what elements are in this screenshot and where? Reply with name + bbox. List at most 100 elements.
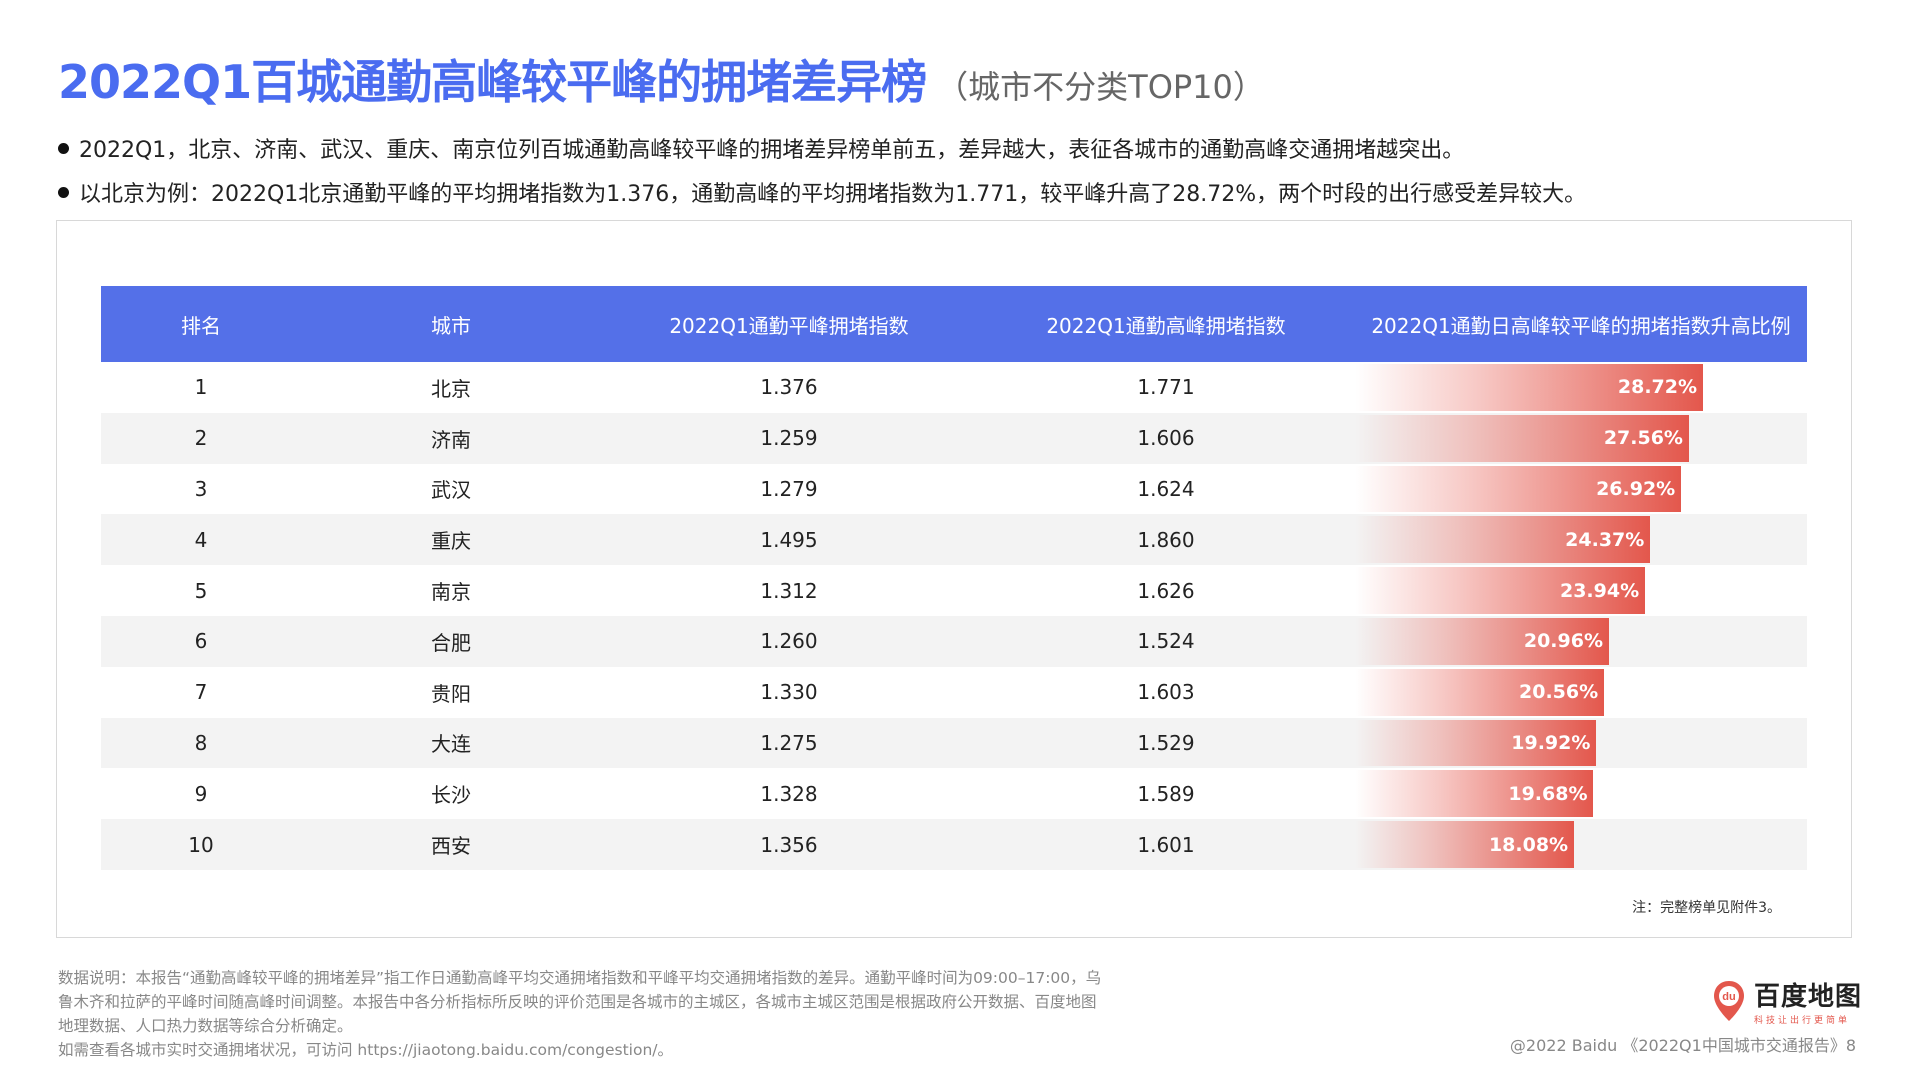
rank-cell: 3 (194, 476, 208, 501)
bullet-dot-icon (58, 142, 69, 154)
header-peak: 2022Q1通勤高峰拥堵指数 (1046, 313, 1286, 338)
ratio-label: 23.94% (1559, 579, 1640, 602)
city-cell: 重庆 (431, 529, 471, 554)
header-rank: 排名 (181, 313, 221, 338)
title-row: 2022Q1百城通勤高峰较平峰的拥堵差异榜 （城市不分类TOP10） (58, 46, 1265, 112)
ratio-bar: 26.92% (1355, 465, 1682, 513)
ratio-cell: 27.56% (1355, 413, 1807, 464)
city-cell: 西安 (431, 834, 471, 859)
ratio-cell: 26.92% (1355, 464, 1807, 515)
ratio-cell: 28.72% (1355, 362, 1807, 413)
map-pin-icon: du (1712, 979, 1746, 1023)
ratio-cell: 19.92% (1355, 718, 1807, 769)
table-row: 8 大连 1.275 1.529 19.92% (101, 717, 1807, 769)
page-subtitle: （城市不分类TOP10） (936, 68, 1265, 106)
ratio-label: 26.92% (1596, 477, 1676, 500)
peak-cell: 1.589 (1137, 781, 1195, 806)
offpeak-cell: 1.260 (760, 629, 818, 654)
ratio-label: 19.68% (1508, 782, 1588, 805)
rank-cell: 1 (194, 375, 208, 400)
ratio-cell: 20.96% (1355, 616, 1807, 667)
offpeak-cell: 1.376 (760, 375, 818, 400)
footer-note-line: 如需查看各城市实时交通拥堵状况，可访问 https://jiaotong.bai… (58, 1041, 673, 1059)
bullet-dot-icon (58, 186, 69, 198)
ratio-bar: 23.94% (1355, 567, 1646, 614)
offpeak-cell: 1.328 (760, 781, 818, 806)
logo-slogan: 科技让出行更简单 (1754, 1016, 1851, 1026)
table-row: 5 南京 1.312 1.626 23.94% (101, 565, 1807, 616)
header-ratio: 2022Q1通勤日高峰较平峰的拥堵指数升高比例 (1371, 313, 1791, 338)
page-title: 2022Q1百城通勤高峰较平峰的拥堵差异榜 (58, 55, 927, 109)
rank-cell: 8 (194, 730, 208, 755)
table-row: 10 西安 1.356 1.601 18.08% (101, 819, 1807, 870)
rank-cell: 2 (194, 426, 208, 451)
footer-note-line: 地理数据、人口热力数据等综合分析确定。 (58, 1017, 353, 1035)
copyright-footer: @2022 Baidu 《2022Q1中国城市交通报告》8 (1509, 1036, 1856, 1055)
summary-bullets: 2022Q1，北京、济南、武汉、重庆、南京位列百城通勤高峰较平峰的拥堵差异榜单前… (58, 126, 1586, 214)
ratio-bar: 20.96% (1355, 617, 1609, 665)
ratio-label: 20.96% (1523, 630, 1603, 653)
city-cell: 合肥 (431, 630, 471, 655)
ratio-bar: 20.56% (1355, 668, 1605, 716)
ratio-label: 19.92% (1511, 731, 1591, 754)
ratio-label: 27.56% (1603, 427, 1683, 450)
ratio-bar: 27.56% (1355, 414, 1689, 462)
bullet-text: 以北京为例：2022Q1北京通勤平峰的平均拥堵指数为1.376，通勤高峰的平均拥… (79, 182, 1587, 207)
footer-note-line: 数据说明：本报告“通勤高峰较平峰的拥堵差异”指工作日通勤高峰平均交通拥堵指数和平… (58, 969, 1102, 987)
table-row: 7 贵阳 1.330 1.603 20.56% (101, 667, 1807, 718)
ratio-bar: 19.68% (1355, 770, 1594, 818)
offpeak-cell: 1.275 (760, 730, 818, 755)
city-cell: 济南 (431, 427, 471, 452)
logo-badge-text: du (1722, 991, 1735, 1003)
table-row: 1 北京 1.376 1.771 28.72% (101, 362, 1807, 413)
peak-cell: 1.626 (1137, 578, 1195, 603)
city-cell: 南京 (431, 580, 471, 605)
ratio-label: 20.56% (1519, 681, 1599, 704)
ratio-bar: 19.92% (1355, 719, 1597, 767)
offpeak-cell: 1.312 (760, 578, 818, 603)
offpeak-cell: 1.330 (760, 680, 818, 705)
rank-cell: 7 (194, 680, 208, 705)
ratio-cell: 24.37% (1355, 514, 1807, 565)
table-body: 1 北京 1.376 1.771 28.72% 2 济南 1.259 1.606 27.56% 3 武… (101, 362, 1807, 870)
table-row: 6 合肥 1.260 1.524 20.96% (101, 615, 1807, 667)
offpeak-cell: 1.259 (760, 426, 818, 451)
ratio-cell: 19.68% (1355, 768, 1807, 819)
header-offpeak: 2022Q1通勤平峰拥堵指数 (669, 313, 909, 338)
ratio-cell: 20.56% (1355, 667, 1807, 718)
ratio-label: 18.08% (1488, 833, 1569, 856)
bullet-text: 2022Q1，北京、济南、武汉、重庆、南京位列百城通勤高峰较平峰的拥堵差异榜单前… (79, 138, 1465, 163)
peak-cell: 1.624 (1137, 476, 1195, 501)
offpeak-cell: 1.356 (760, 832, 818, 857)
data-explanation: 数据说明：本报告“通勤高峰较平峰的拥堵差异”指工作日通勤高峰平均交通拥堵指数和平… (58, 966, 1101, 1062)
city-cell: 大连 (431, 732, 471, 757)
ratio-bar: 24.37% (1355, 516, 1651, 564)
rank-cell: 5 (194, 578, 208, 603)
header-city: 城市 (431, 313, 471, 338)
city-cell: 长沙 (431, 783, 471, 808)
city-cell: 北京 (431, 376, 471, 401)
table-row: 9 长沙 1.328 1.589 19.68% (101, 768, 1807, 819)
bullet-item: 以北京为例：2022Q1北京通勤平峰的平均拥堵指数为1.376，通勤高峰的平均拥… (58, 170, 1586, 214)
offpeak-cell: 1.279 (760, 476, 818, 501)
peak-cell: 1.524 (1137, 629, 1195, 654)
ratio-cell: 18.08% (1355, 819, 1807, 870)
logo-name: 百度地图 (1754, 982, 1863, 1012)
rank-cell: 10 (188, 832, 214, 857)
baidu-map-logo: du 百度地图 科技让出行更简单 (1712, 976, 1862, 1026)
ratio-bar: 18.08% (1355, 821, 1575, 868)
table-row: 4 重庆 1.495 1.860 24.37% (101, 514, 1807, 566)
table-row: 3 武汉 1.279 1.624 26.92% (101, 464, 1807, 515)
ratio-cell: 23.94% (1355, 565, 1807, 616)
rank-cell: 4 (194, 527, 208, 552)
rank-cell: 9 (194, 781, 208, 806)
table-row: 2 济南 1.259 1.606 27.56% (101, 412, 1807, 464)
peak-cell: 1.860 (1137, 527, 1195, 552)
city-cell: 贵阳 (431, 681, 471, 706)
table-panel: 排名 城市 2022Q1通勤平峰拥堵指数 2022Q1通勤高峰拥堵指数 2022… (56, 220, 1852, 938)
peak-cell: 1.529 (1137, 730, 1195, 755)
peak-cell: 1.601 (1137, 832, 1195, 857)
table-note: 注：完整榜单见附件3。 (1632, 900, 1781, 916)
peak-cell: 1.606 (1137, 426, 1195, 451)
footer-note-line: 鲁木齐和拉萨的平峰时间随高峰时间调整。本报告中各分析指标所反映的评价范围是各城市… (58, 993, 1097, 1011)
